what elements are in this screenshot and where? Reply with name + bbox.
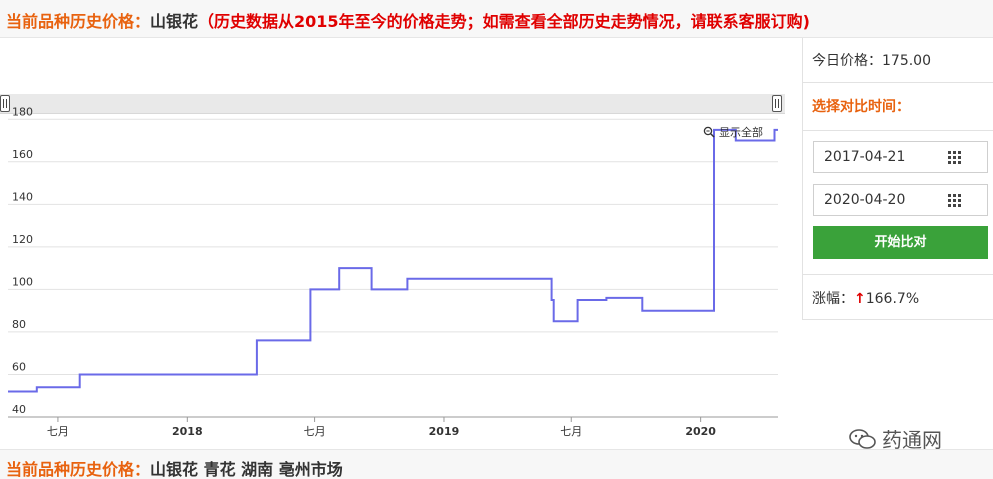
change-label: 涨幅： <box>812 291 854 307</box>
change-value: 166.7% <box>865 291 920 307</box>
date-from-input[interactable]: 2017-04-21 <box>813 141 988 173</box>
y-tick-label: 40 <box>12 403 26 416</box>
date-to-value: 2020-04-20 <box>824 192 906 208</box>
x-tick-label: 2018 <box>172 425 203 438</box>
header-bar: 当前品种历史价格：山银花（历史数据从2015年至今的价格走势；如需查看全部历史走… <box>0 0 993 38</box>
footer-title: 当前品种历史价格：山银花 青花 湖南 亳州市场 <box>6 456 343 479</box>
price-line <box>8 128 778 393</box>
footer-bar: 当前品种历史价格：山银花 青花 湖南 亳州市场 <box>0 449 993 479</box>
watermark-text: 药通网 <box>882 428 942 452</box>
price-change: 涨幅：↑166.7% <box>803 274 993 320</box>
calendar-icon[interactable] <box>948 151 961 164</box>
header-title: 当前品种历史价格：山银花（历史数据从2015年至今的价格走势；如需查看全部历史走… <box>6 8 810 32</box>
x-tick-label: 七月 <box>47 425 69 438</box>
date-to-input[interactable]: 2020-04-20 <box>813 184 988 216</box>
wechat-icon <box>849 428 876 449</box>
footer-product-info: 山银花 青花 湖南 亳州市场 <box>150 460 343 479</box>
x-tick-label: 2019 <box>429 425 460 438</box>
header-label: 当前品种历史价格： <box>6 12 151 31</box>
today-price-value: 175.00 <box>882 53 931 69</box>
watermark: 药通网 <box>848 424 942 453</box>
y-tick-label: 140 <box>12 190 33 203</box>
today-price-label: 今日价格： <box>812 53 882 69</box>
price-chart-area: 40 60 80 100 120 140 160 180 七月 2018 七月 2019 七月 2020 … <box>0 38 802 443</box>
x-tick-label: 2020 <box>685 425 716 438</box>
zoom-icon <box>703 126 715 138</box>
today-price: 今日价格：175.00 <box>803 38 993 83</box>
y-tick-label: 120 <box>12 233 33 246</box>
price-chart: 40 60 80 100 120 140 160 180 七月 2018 七月 2019 七月 2020 <box>8 105 778 438</box>
show-all-button[interactable]: 显示全部 <box>703 124 763 140</box>
select-compare-label: 选择对比时间： <box>803 83 993 131</box>
date-from-value: 2017-04-21 <box>824 149 906 165</box>
x-tick-label: 七月 <box>304 425 326 438</box>
show-all-label: 显示全部 <box>719 126 763 139</box>
arrow-up-icon: ↑ <box>854 291 866 307</box>
y-tick-label: 100 <box>12 275 33 288</box>
y-tick-label: 160 <box>12 148 33 161</box>
compare-panel: 今日价格：175.00 选择对比时间： 2017-04-21 2020-04-2… <box>802 38 993 320</box>
footer-label: 当前品种历史价格： <box>6 460 151 479</box>
header-note: （历史数据从2015年至今的价格走势；如需查看全部历史走势情况，请联系客服订购) <box>198 12 810 31</box>
calendar-icon[interactable] <box>948 194 961 207</box>
y-tick-label: 60 <box>12 360 26 373</box>
x-tick-label: 七月 <box>560 425 582 438</box>
y-tick-label: 180 <box>12 105 33 118</box>
compare-button[interactable]: 开始比对 <box>813 226 988 259</box>
header-product: 山银花 <box>150 12 199 31</box>
y-tick-label: 80 <box>12 318 26 331</box>
